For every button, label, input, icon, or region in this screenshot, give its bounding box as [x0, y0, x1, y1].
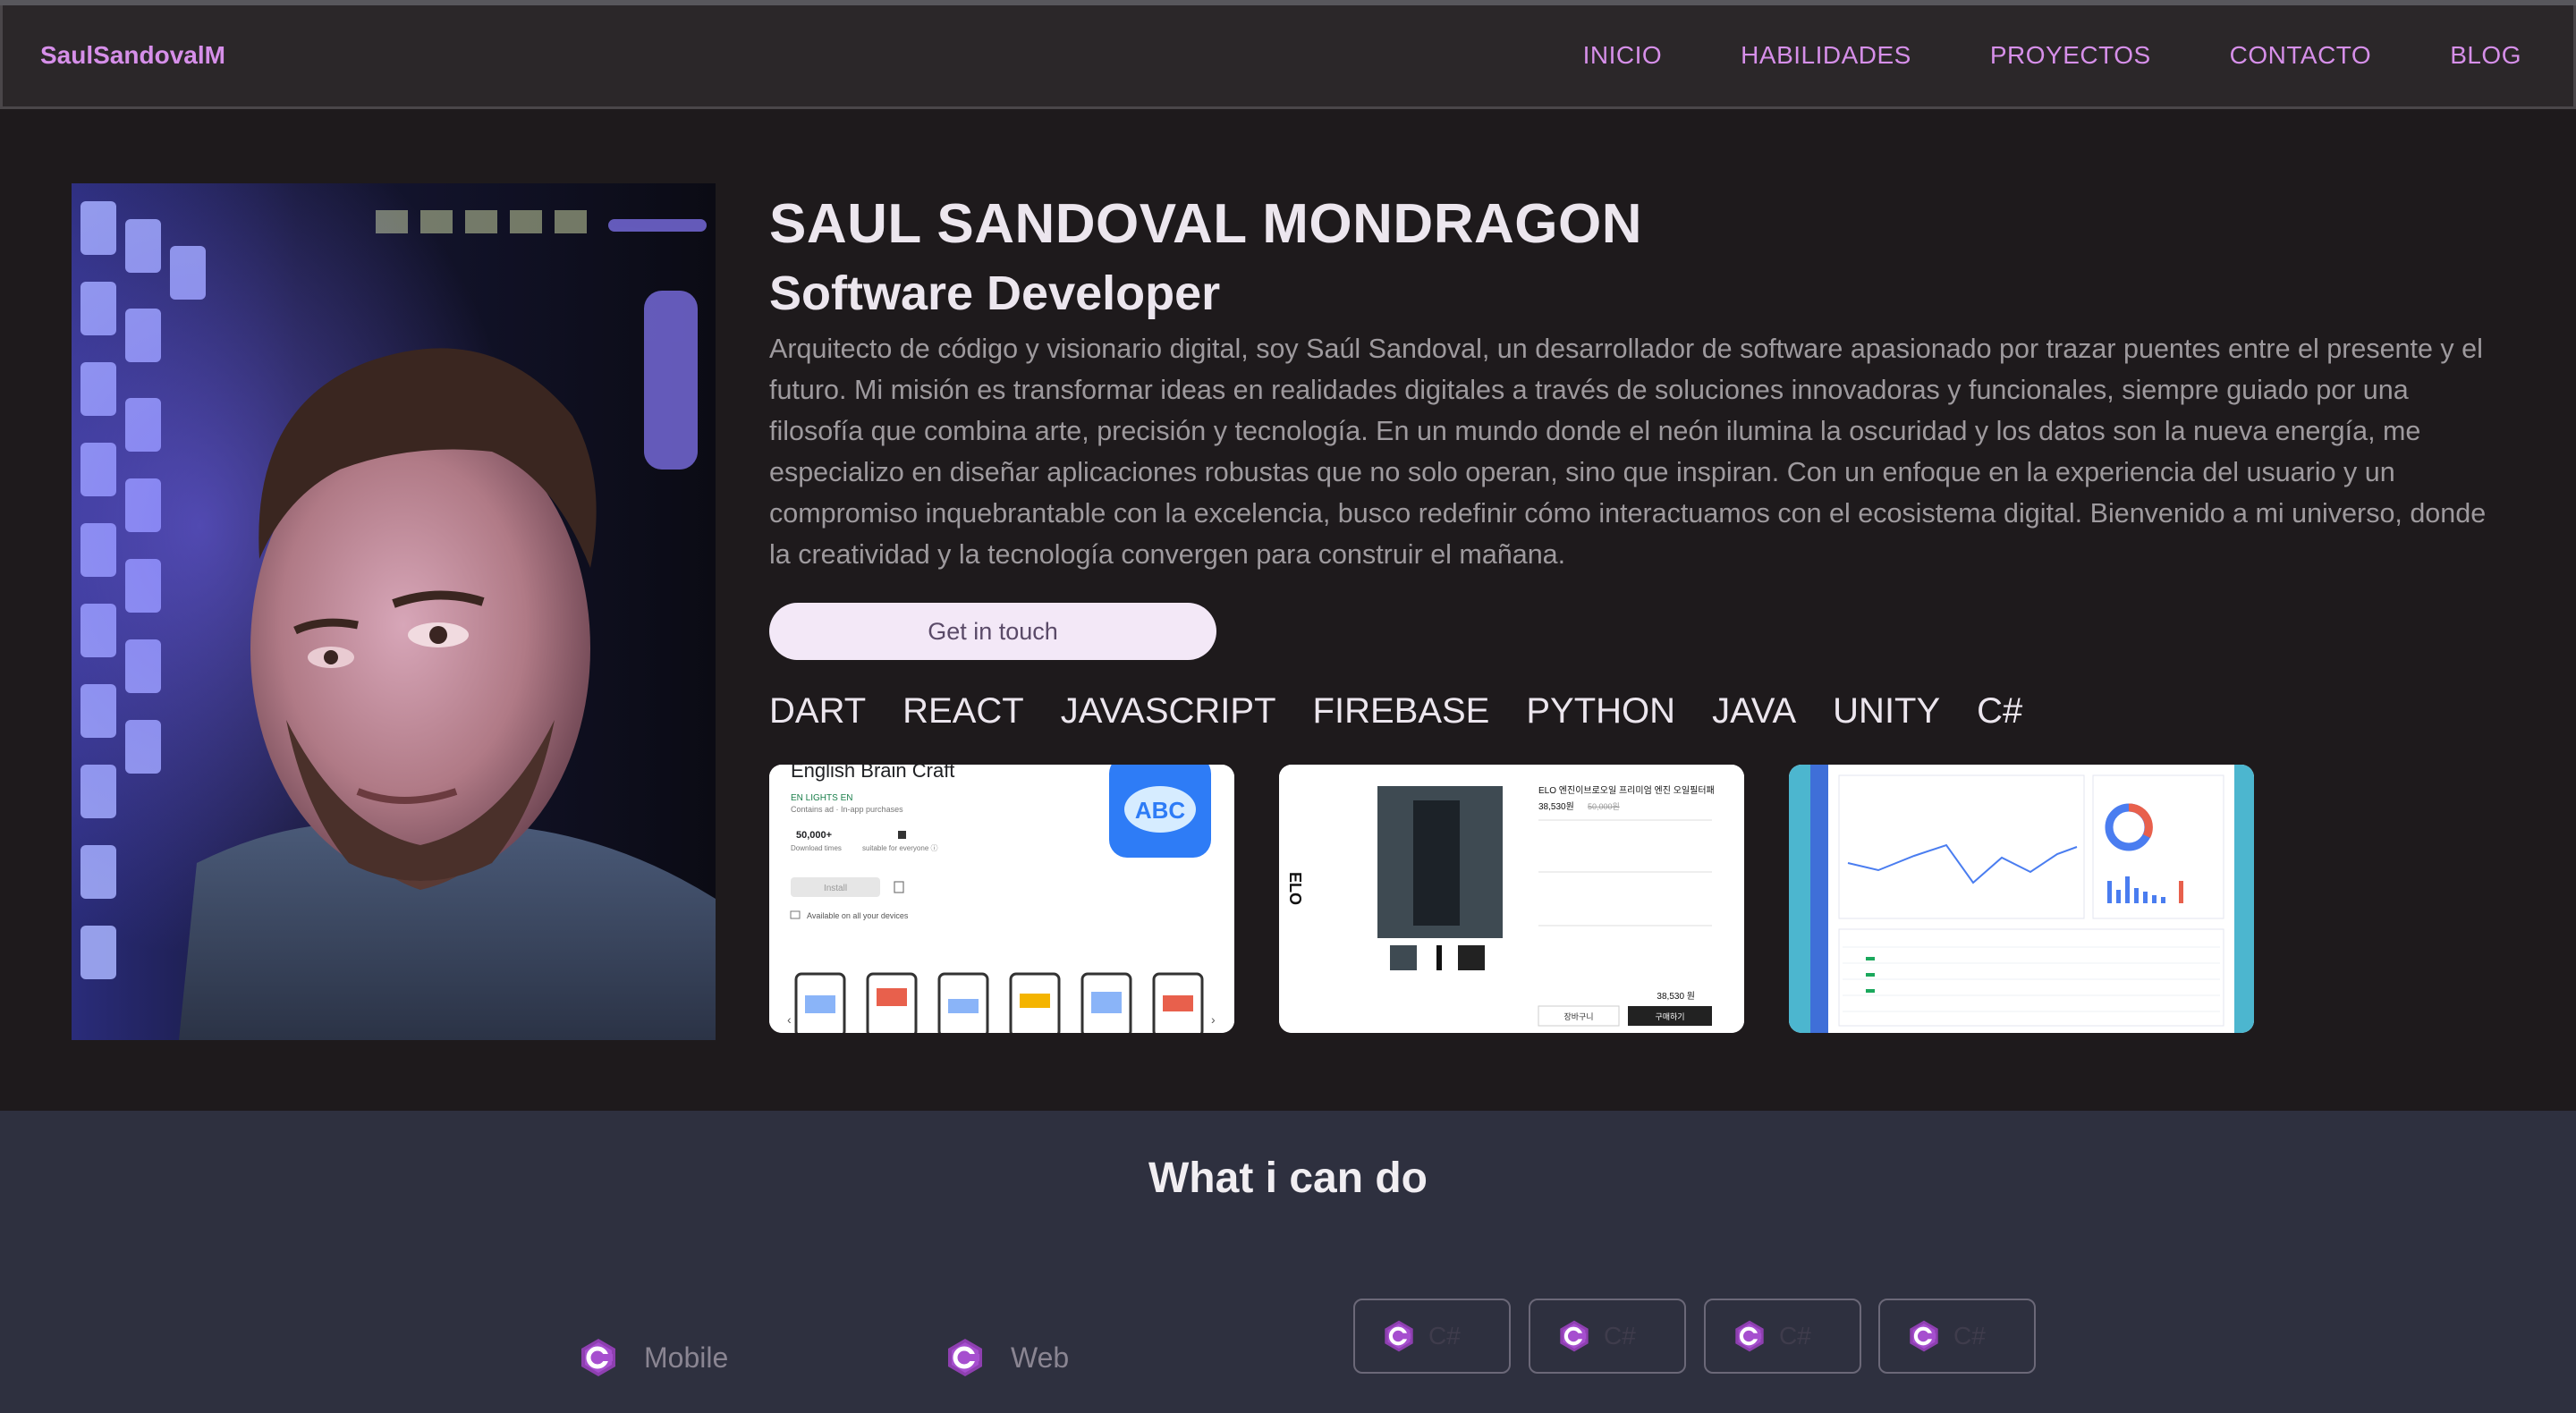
project-card-english-brain-craft[interactable]: English Brain Craft EN LIGHTS EN Contain… [769, 765, 1234, 1033]
product-old-price: 50,000원 [1588, 802, 1620, 811]
skill-dart: DART [769, 691, 867, 731]
skill-python: PYTHON [1526, 691, 1676, 731]
project-app-downloads-label: Download times [791, 844, 842, 852]
chip-label: C# [1604, 1322, 1636, 1350]
project-app-rating-label: suitable for everyone ⓘ [862, 844, 938, 852]
brand-logo[interactable]: SaulSandovalM [40, 41, 225, 70]
product-price: 38,530원 [1538, 801, 1574, 812]
project-app-downloads: 50,000+ [796, 830, 832, 841]
skill-react: REACT [902, 691, 1024, 731]
skill-java: JAVA [1712, 691, 1797, 731]
nav-link-habilidades[interactable]: HABILIDADES [1741, 41, 1911, 70]
csharp-icon [1385, 1320, 1413, 1352]
project-app-title: English Brain Craft [791, 765, 954, 782]
tech-chip[interactable]: C# [1529, 1299, 1686, 1374]
project-app-devices: Available on all your devices [807, 911, 909, 920]
carousel-next-icon[interactable]: › [1211, 1012, 1216, 1027]
chip-label: C# [1779, 1322, 1811, 1350]
app-logo-text: ABC [1135, 797, 1186, 824]
csharp-icon [1560, 1320, 1589, 1352]
csharp-icon [581, 1339, 615, 1376]
skill-firebase: FIREBASE [1312, 691, 1490, 731]
nav-link-contacto[interactable]: CONTACTO [2230, 41, 2372, 70]
dashboard-sidebar [1810, 765, 1828, 1033]
project-app-publisher: EN LIGHTS EN [791, 793, 852, 803]
tech-chip[interactable]: C# [1704, 1299, 1861, 1374]
csharp-icon [1910, 1320, 1938, 1352]
csharp-icon [948, 1339, 982, 1376]
category-label: Mobile [644, 1341, 729, 1374]
hero-section: SAUL SANDOVAL MONDRAGON Software Develop… [0, 112, 2576, 1111]
product-title: ELO 엔진이브로오일 프리미엄 엔진 오일필터패 [1538, 785, 1715, 796]
category-web[interactable]: Web [945, 1337, 1069, 1378]
nav-links: INICIO HABILIDADES PROYECTOS CONTACTO BL… [1504, 41, 2521, 70]
rating-icon [898, 831, 906, 839]
what-i-can-do-section: What i can do Mobile Web C# C# C# C# [0, 1111, 2576, 1413]
carousel-prev-icon[interactable]: ‹ [787, 1012, 792, 1027]
skill-unity: UNITY [1833, 691, 1941, 731]
nav-link-inicio[interactable]: INICIO [1583, 41, 1663, 70]
buy-now-label: 구매하기 [1655, 1012, 1684, 1021]
skill-javascript: JAVASCRIPT [1060, 691, 1276, 731]
product-total: 38,530 원 [1657, 991, 1695, 1002]
skills-list: DART REACT JAVASCRIPT FIREBASE PYTHON JA… [769, 691, 2059, 732]
project-card-elo-shop[interactable]: ELO ELO 엔진이브로오일 프리미엄 엔진 오일필터패 38,530원 50… [1279, 765, 1744, 1033]
nav-link-proyectos[interactable]: PROYECTOS [1990, 41, 2151, 70]
category-label: Web [1011, 1341, 1070, 1374]
nav-link-blog[interactable]: BLOG [2450, 41, 2521, 70]
add-to-cart-label: 장바구니 [1563, 1012, 1593, 1021]
category-mobile[interactable]: Mobile [578, 1337, 728, 1378]
chip-label: C# [1428, 1322, 1461, 1350]
project-app-note: Contains ad · In-app purchases [791, 805, 903, 814]
hero-role: Software Developer [769, 267, 1221, 320]
install-button-label: Install [824, 884, 847, 893]
profile-photo [72, 183, 716, 1040]
hero-name: SAUL SANDOVAL MONDRAGON [769, 193, 1642, 255]
tech-chip[interactable]: C# [1878, 1299, 2036, 1374]
top-navbar: SaulSandovalM INICIO HABILIDADES PROYECT… [0, 5, 2576, 109]
tech-chip[interactable]: C# [1353, 1299, 1511, 1374]
shop-brand: ELO [1286, 872, 1304, 905]
hero-bio: Arquitecto de código y visionario digita… [769, 334, 2487, 570]
project-card-dashboard[interactable] [1789, 765, 2254, 1033]
get-in-touch-button[interactable]: Get in touch [769, 603, 1216, 660]
chip-label: C# [1953, 1322, 1986, 1350]
section-title: What i can do [1148, 1155, 1428, 1202]
skill-csharp: C# [1977, 691, 2023, 731]
csharp-icon [1735, 1320, 1764, 1352]
